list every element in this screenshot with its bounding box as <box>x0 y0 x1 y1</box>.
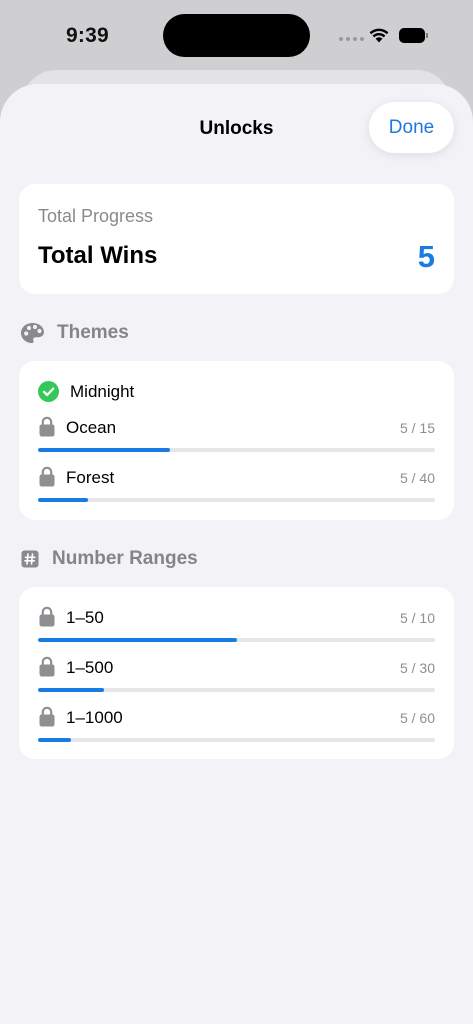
status-time: 9:39 <box>66 24 109 47</box>
range-progress-count: 5 / 60 <box>399 710 435 726</box>
lock-icon <box>39 416 55 437</box>
theme-name: Ocean <box>66 418 117 437</box>
theme-progress-count: 5 / 15 <box>399 420 435 436</box>
range-name: 1–1000 <box>66 708 123 727</box>
progress-track <box>38 448 435 452</box>
number-ranges-section-label: Number Ranges <box>52 548 198 569</box>
progress-fill <box>38 638 237 642</box>
dynamic-island <box>163 14 310 57</box>
number-ranges-card: 1–50 5 / 10 1–500 5 / 30 1–1000 5 / 60 <box>19 587 454 759</box>
wifi-icon <box>369 28 389 43</box>
progress-fill <box>38 738 72 742</box>
range-progress-count: 5 / 30 <box>399 660 435 676</box>
progress-fill <box>38 498 88 502</box>
theme-name: Midnight <box>70 382 135 401</box>
themes-card: Midnight Ocean 5 / 15 Forest 5 / 40 <box>19 361 454 520</box>
progress-fill <box>38 688 105 692</box>
status-bar: 9:39 <box>0 0 473 72</box>
number-sign-icon <box>21 550 39 568</box>
themes-section-label: Themes <box>57 322 129 343</box>
theme-name: Forest <box>66 468 115 487</box>
progress-track <box>38 688 435 692</box>
cellular-signal-icon <box>339 37 364 41</box>
done-button[interactable]: Done <box>369 102 454 153</box>
progress-fill <box>38 448 171 452</box>
total-progress-card: Total Progress Total Wins 5 <box>19 184 454 294</box>
range-name: 1–500 <box>66 658 114 677</box>
total-progress-label: Total Progress <box>38 206 154 226</box>
progress-track <box>38 638 435 642</box>
theme-progress-count: 5 / 40 <box>399 470 435 486</box>
lock-icon <box>39 706 55 727</box>
progress-track <box>38 498 435 502</box>
checkmark-circle-icon <box>38 381 59 402</box>
themes-section-header: Themes <box>20 322 129 344</box>
number-ranges-section-header: Number Ranges <box>20 548 198 570</box>
lock-icon <box>39 606 55 627</box>
battery-icon <box>399 28 428 43</box>
palette-icon <box>21 323 44 343</box>
range-name: 1–50 <box>66 608 104 627</box>
lock-icon <box>39 656 55 677</box>
range-progress-count: 5 / 10 <box>399 610 435 626</box>
total-wins-value: 5 <box>417 239 435 274</box>
lock-icon <box>39 466 55 487</box>
progress-track <box>38 738 435 742</box>
total-wins-label: Total Wins <box>38 242 158 269</box>
